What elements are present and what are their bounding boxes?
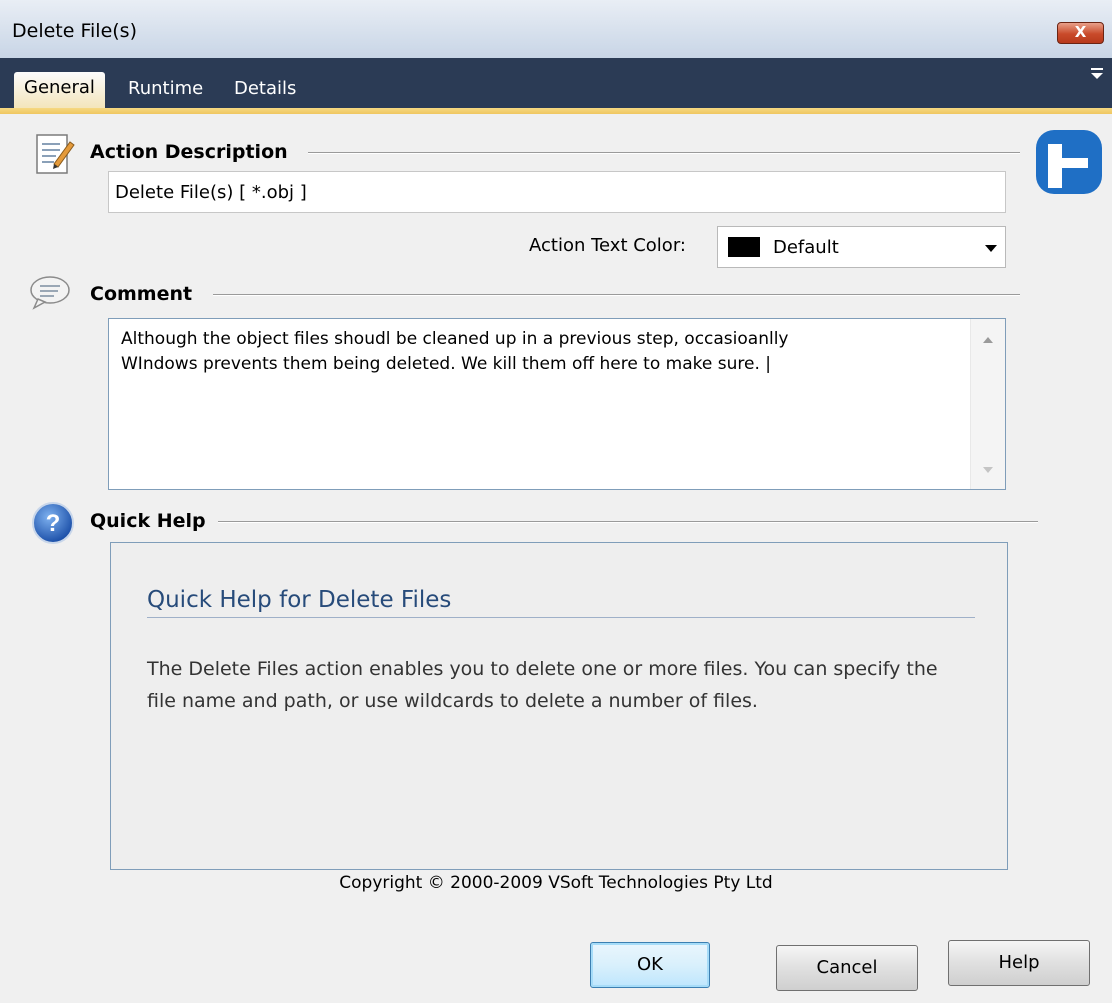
title-bar[interactable]: Delete File(s) X bbox=[0, 0, 1112, 59]
comment-value: Although the object files shoudl be clea… bbox=[121, 329, 789, 374]
close-button[interactable]: X bbox=[1057, 22, 1104, 44]
section-divider bbox=[308, 152, 1020, 154]
tab-general[interactable]: General bbox=[14, 72, 105, 110]
quick-help-heading: Quick Help bbox=[90, 510, 206, 532]
delete-files-dialog: Delete File(s) X General Runtime Details… bbox=[0, 0, 1112, 1003]
chevron-down-icon bbox=[985, 245, 997, 252]
help-panel-body: The Delete Files action enables you to d… bbox=[147, 658, 938, 712]
speech-bubble-icon bbox=[28, 274, 72, 316]
scroll-up-icon[interactable] bbox=[983, 337, 993, 343]
quick-help-panel: Quick Help for Delete Files The Delete F… bbox=[110, 542, 1008, 870]
help-panel-rule bbox=[147, 617, 975, 618]
help-panel-title: Quick Help for Delete Files bbox=[147, 587, 452, 613]
cancel-button[interactable]: Cancel bbox=[776, 945, 918, 991]
ok-button[interactable]: OK bbox=[590, 942, 710, 988]
section-divider bbox=[218, 521, 1038, 523]
scroll-down-icon[interactable] bbox=[983, 467, 993, 473]
window-title: Delete File(s) bbox=[12, 20, 137, 42]
svg-text:?: ? bbox=[46, 510, 61, 537]
tab-strip: General Runtime Details bbox=[0, 58, 1112, 110]
tab-menu-icon[interactable] bbox=[1090, 66, 1104, 85]
tab-details[interactable]: Details bbox=[224, 74, 306, 110]
tab-runtime[interactable]: Runtime bbox=[118, 74, 213, 110]
text-color-label: Action Text Color: bbox=[529, 235, 686, 256]
tab-accent-bar bbox=[0, 108, 1112, 114]
action-description-field[interactable]: Delete File(s) [ *.obj ] bbox=[108, 171, 1006, 213]
help-button[interactable]: Help bbox=[948, 940, 1090, 986]
notepad-pencil-icon bbox=[34, 130, 76, 182]
comment-scrollbar[interactable] bbox=[970, 319, 1005, 489]
text-color-dropdown[interactable]: Default bbox=[717, 226, 1006, 268]
action-description-value: Delete File(s) [ *.obj ] bbox=[115, 182, 307, 203]
copyright-text: Copyright © 2000-2009 VSoft Technologies… bbox=[339, 873, 773, 893]
finalbuilder-logo-icon bbox=[1036, 130, 1102, 198]
comment-textarea[interactable]: Although the object files shoudl be clea… bbox=[108, 318, 1006, 490]
section-divider bbox=[213, 294, 1020, 296]
action-description-heading: Action Description bbox=[90, 141, 288, 163]
question-icon: ? bbox=[30, 500, 76, 550]
close-icon: X bbox=[1074, 23, 1087, 41]
text-color-value: Default bbox=[773, 237, 839, 258]
color-swatch bbox=[728, 237, 760, 257]
comment-heading: Comment bbox=[90, 283, 193, 305]
